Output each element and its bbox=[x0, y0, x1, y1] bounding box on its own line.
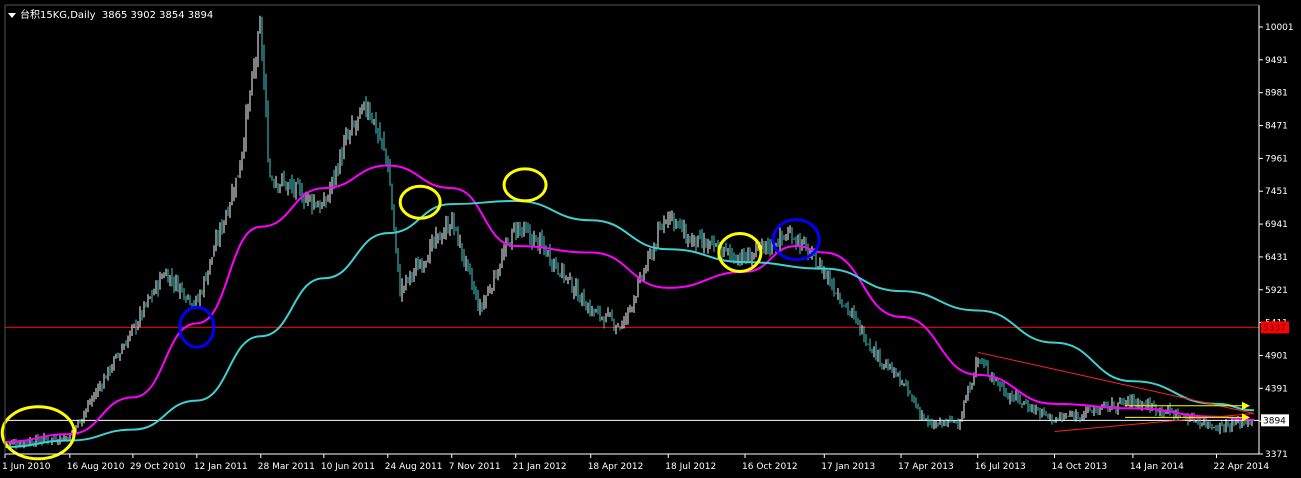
x-tick-label: 21 Jan 2012 bbox=[513, 462, 567, 472]
x-tick-label: 28 Mar 2011 bbox=[258, 462, 315, 472]
x-tick-label: 17 Jan 2013 bbox=[821, 462, 875, 472]
price-badges: 5337 3894 bbox=[1261, 321, 1289, 427]
x-tick-label: 16 Jul 2013 bbox=[975, 462, 1026, 472]
y-tick-label: 6431 bbox=[1265, 253, 1288, 263]
y-tick-label: 10001 bbox=[1265, 23, 1294, 33]
axes: 1000194918981847179617451694164315921541… bbox=[2, 4, 1294, 472]
x-tick-label: 7 Nov 2011 bbox=[449, 462, 501, 472]
y-tick-label: 5921 bbox=[1265, 286, 1288, 296]
x-tick-label: 14 Oct 2013 bbox=[1052, 462, 1108, 472]
y-tick-label: 7451 bbox=[1265, 187, 1288, 197]
y-tick-label: 8471 bbox=[1265, 122, 1288, 132]
x-tick-label: 12 Jan 2011 bbox=[194, 462, 248, 472]
y-tick-label: 4391 bbox=[1265, 384, 1288, 394]
x-tick-label: 22 Apr 2014 bbox=[1213, 462, 1269, 472]
y-tick-label: 4901 bbox=[1265, 351, 1288, 361]
x-tick-label: 24 Aug 2011 bbox=[385, 462, 443, 472]
candlestick-series bbox=[5, 15, 1253, 450]
y-tick-label: 7961 bbox=[1265, 154, 1288, 164]
annotation-circles bbox=[0, 167, 821, 461]
x-tick-label: 14 Jan 2014 bbox=[1130, 462, 1184, 472]
price-chart[interactable]: 1000194918981847179617451694164315921541… bbox=[0, 0, 1301, 478]
arrow-head-0 bbox=[1242, 401, 1250, 410]
price-badge-label: 5337 bbox=[1263, 323, 1286, 333]
dropdown-arrow-icon[interactable] bbox=[8, 12, 16, 18]
y-tick-label: 8981 bbox=[1265, 89, 1288, 99]
price-badge-label: 3894 bbox=[1263, 416, 1286, 426]
x-tick-label: 18 Apr 2012 bbox=[588, 462, 644, 472]
horizontal-lines bbox=[5, 326, 1259, 421]
x-tick-label: 16 Oct 2012 bbox=[742, 462, 798, 472]
chart-title[interactable]: 台积15KG,Daily 3865 3902 3854 3894 bbox=[8, 6, 213, 21]
annotation-ellipse-2 bbox=[398, 184, 442, 220]
x-tick-label: 18 Jul 2012 bbox=[665, 462, 716, 472]
symbol-label: 台积15KG,Daily bbox=[20, 10, 96, 21]
x-tick-label: 17 Apr 2013 bbox=[898, 462, 954, 472]
annotation-ellipse-3 bbox=[502, 167, 548, 203]
annotation-ellipse-0 bbox=[0, 405, 76, 461]
x-tick-label: 16 Aug 2010 bbox=[67, 462, 125, 472]
y-tick-label: 3371 bbox=[1265, 450, 1288, 460]
x-tick-label: 29 Oct 2010 bbox=[130, 462, 186, 472]
y-tick-label: 6941 bbox=[1265, 220, 1288, 230]
trend-line-0 bbox=[977, 351, 1255, 414]
chart-window[interactable]: 1000194918981847179617451694164315921541… bbox=[0, 0, 1301, 478]
ohlc-readout: 3865 3902 3854 3894 bbox=[101, 10, 214, 21]
x-tick-label: 1 Jun 2010 bbox=[2, 462, 51, 472]
y-tick-label: 9491 bbox=[1265, 56, 1288, 66]
x-tick-label: 10 Jun 2011 bbox=[321, 462, 375, 472]
